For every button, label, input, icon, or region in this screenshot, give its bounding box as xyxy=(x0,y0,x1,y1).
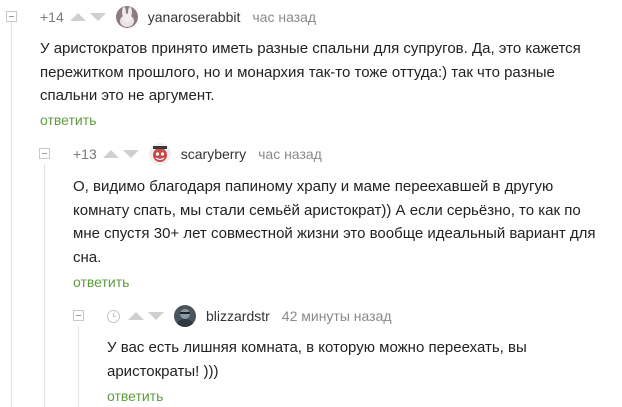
clock-icon xyxy=(107,309,120,323)
thread-line xyxy=(78,326,79,407)
thread-line xyxy=(44,164,45,407)
rating-value: +13 xyxy=(73,146,97,162)
arrow-down-icon[interactable] xyxy=(89,13,106,21)
comment-header: +13 scaryberry час назад xyxy=(73,143,322,165)
comment-text: У аристократов принято иметь разные спал… xyxy=(40,40,581,104)
comment-header: blizzardstr 42 минуты назад xyxy=(107,305,392,327)
comment-text: У вас есть лишняя комната, в которую мож… xyxy=(107,339,527,380)
timestamp: час назад xyxy=(258,146,322,162)
collapse-icon[interactable] xyxy=(73,310,84,321)
comment-header: +14 yanaroserabbit час назад xyxy=(40,6,316,28)
avatar[interactable] xyxy=(115,6,138,28)
timestamp: 42 минуты назад xyxy=(281,308,392,324)
collapse-icon[interactable] xyxy=(6,11,17,22)
arrow-up-icon[interactable] xyxy=(69,13,86,21)
rating-value: +14 xyxy=(40,9,64,25)
author-link[interactable]: blizzardstr xyxy=(206,308,270,324)
author-link[interactable]: yanaroserabbit xyxy=(148,9,241,25)
reply-button[interactable]: ответить xyxy=(40,112,96,128)
avatar[interactable] xyxy=(174,305,196,327)
author-link[interactable]: scaryberry xyxy=(181,146,246,162)
arrow-up-icon[interactable] xyxy=(102,150,119,158)
timestamp: час назад xyxy=(252,9,317,25)
reply-button[interactable]: ответить xyxy=(73,274,129,290)
arrow-down-icon[interactable] xyxy=(148,312,164,320)
comment-text: О, видимо благодаря папиному храпу и мам… xyxy=(73,178,596,266)
avatar[interactable] xyxy=(148,143,171,165)
thread-line xyxy=(11,22,12,407)
collapse-icon[interactable] xyxy=(39,148,50,159)
arrow-down-icon[interactable] xyxy=(122,150,139,158)
arrow-up-icon[interactable] xyxy=(128,312,144,320)
reply-button[interactable]: ответить xyxy=(107,388,163,404)
